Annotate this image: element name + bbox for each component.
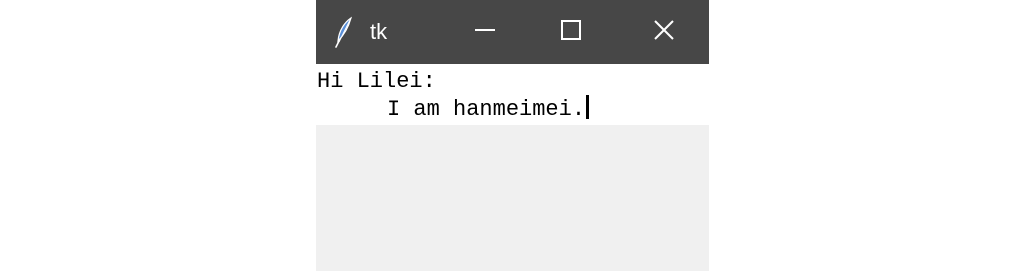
text-widget[interactable]: Hi Lilei: I am hanmeimei. — [316, 64, 709, 125]
text-line: Hi Lilei: — [317, 69, 436, 94]
close-icon — [653, 19, 675, 46]
title-bar[interactable]: tk — [316, 0, 709, 64]
window-title: tk — [370, 19, 388, 44]
minimize-button[interactable] — [442, 0, 528, 64]
maximize-button[interactable] — [528, 0, 614, 64]
text-caret — [586, 95, 590, 119]
close-button[interactable] — [619, 0, 709, 64]
maximize-icon — [560, 19, 582, 46]
text-line: I am hanmeimei. — [387, 97, 586, 122]
feather-icon — [334, 16, 356, 48]
window-content-area — [316, 125, 709, 271]
tk-window: tk Hi Lilei: I am hanmeimei. — [316, 0, 709, 271]
text-line-with-caret: I am hanmeimei. — [316, 95, 709, 122]
minimize-icon — [474, 19, 496, 46]
